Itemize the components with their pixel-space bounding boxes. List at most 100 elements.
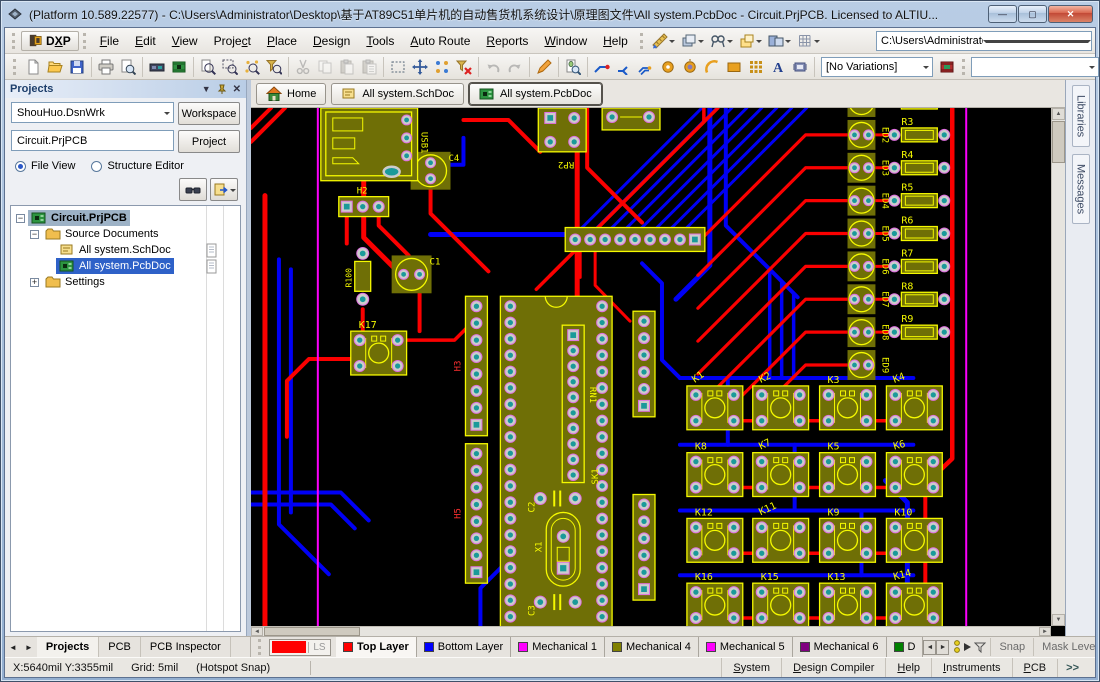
status-button-help[interactable]: Help <box>885 658 931 677</box>
menu-file[interactable]: File <box>92 30 127 52</box>
scroll-left-icon[interactable]: ◄ <box>251 627 263 636</box>
menu-window[interactable]: Window <box>536 30 595 52</box>
collapse-icon[interactable]: − <box>16 213 25 223</box>
menu-auto-route[interactable]: Auto Route <box>402 30 478 52</box>
status-button-system[interactable]: System <box>721 658 781 677</box>
board3d-button[interactable] <box>146 56 168 78</box>
pad-button[interactable] <box>657 56 679 78</box>
status-button-instruments[interactable]: Instruments <box>931 658 1011 677</box>
panel-menu-icon[interactable]: ▼ <box>202 84 211 94</box>
tabs-scroll-left-icon[interactable]: ◄ <box>5 643 21 652</box>
menu-edit[interactable]: Edit <box>127 30 164 52</box>
route-multi-button[interactable] <box>635 56 657 78</box>
tabs-scroll-right-icon[interactable]: ► <box>21 643 37 652</box>
tree-item-circuit-prjpcb[interactable]: − Circuit.PrjPCB <box>11 210 240 226</box>
title-bar[interactable]: (Platform 10.589.22577) - C:\Users\Admin… <box>1 1 1099 27</box>
maximize-button[interactable]: ▢ <box>1018 5 1047 23</box>
select-area-button[interactable] <box>387 56 409 78</box>
toolgroup-arrange[interactable] <box>765 32 794 50</box>
pcb-chip-button[interactable] <box>168 56 190 78</box>
layer-tab-d[interactable]: D <box>887 637 924 657</box>
undo-button[interactable] <box>482 56 504 78</box>
menu-project[interactable]: Project <box>206 30 259 52</box>
tree-item-source-documents[interactable]: − Source Documents <box>11 226 240 242</box>
redo-button[interactable] <box>504 56 526 78</box>
scroll-down-icon[interactable]: ▼ <box>1052 614 1065 626</box>
via-button[interactable] <box>679 56 701 78</box>
filter-icon[interactable] <box>974 642 987 653</box>
status-button-pcb[interactable]: P CB <box>1011 658 1058 677</box>
pen-button[interactable] <box>533 56 555 78</box>
vertical-scrollbar[interactable]: ▲ ▼ <box>1051 108 1065 626</box>
mask-level-button[interactable]: Mask Level <box>1033 638 1095 656</box>
zoom-area-button[interactable] <box>219 56 241 78</box>
menu-design[interactable]: Design <box>305 30 358 52</box>
status-button-design-compiler[interactable]: Design Compiler <box>781 658 885 677</box>
variant-manager-button[interactable] <box>936 56 958 78</box>
text-a-button[interactable]: A <box>767 56 789 78</box>
vertical-scroll-thumb[interactable] <box>1052 121 1065 163</box>
fill-button[interactable] <box>723 56 745 78</box>
pin-icon[interactable] <box>217 84 227 95</box>
layer-scroll-left-icon[interactable]: ◄ <box>923 639 937 655</box>
panel-tab-pcb[interactable]: PCB <box>99 637 141 657</box>
cut-button[interactable] <box>292 56 314 78</box>
component-button[interactable] <box>789 56 811 78</box>
horizontal-scrollbar[interactable]: ◄ ► <box>251 626 1051 636</box>
layer-scroll-right-icon[interactable]: ► <box>936 639 950 655</box>
panel-tool-button[interactable] <box>210 178 238 201</box>
zoom-doc-button[interactable] <box>197 56 219 78</box>
workspace-combo[interactable]: ShouHuo.DsnWrk <box>11 102 174 123</box>
tree-item-settings[interactable]: + Settings <box>11 274 240 290</box>
panel-tab-projects[interactable]: Projects <box>36 637 100 657</box>
toolgroup-measure[interactable] <box>649 32 678 50</box>
workspace-button[interactable]: Workspace <box>178 102 240 125</box>
variations-combo[interactable]: [No Variations] <box>821 56 933 77</box>
paste-button[interactable] <box>336 56 358 78</box>
close-button[interactable]: ✕ <box>1048 5 1093 23</box>
layer-tab-mechanical-4[interactable]: Mechanical 4 <box>605 637 699 657</box>
side-tab-messages[interactable]: Messages <box>1071 154 1090 225</box>
dxp-menu[interactable]: DXP <box>21 30 79 51</box>
horizontal-scroll-thumb[interactable] <box>264 627 360 636</box>
array-button[interactable] <box>745 56 767 78</box>
menu-help[interactable]: Help <box>595 30 636 52</box>
status-more-button[interactable]: >> <box>1057 658 1087 677</box>
tree-item-all-system-schdoc[interactable]: All system.SchDoc <box>11 242 240 258</box>
document-path-combo[interactable]: C:\Users\Administrator\Desktop <box>876 30 1092 51</box>
clear-filter-button[interactable] <box>453 56 475 78</box>
print-button[interactable] <box>95 56 117 78</box>
doc-tab-home[interactable]: Home <box>256 82 327 105</box>
layer-tab-bottom-layer[interactable]: Bottom Layer <box>417 637 512 657</box>
zoom-points-button[interactable] <box>241 56 263 78</box>
scroll-right-icon[interactable]: ► <box>1039 627 1051 636</box>
toolgroup-grid[interactable] <box>794 32 823 50</box>
tree-item-all-system-pcbdoc[interactable]: All system.PcbDoc <box>11 258 240 274</box>
route-tee-button[interactable] <box>613 56 635 78</box>
layer-tab-mechanical-1[interactable]: Mechanical 1 <box>511 637 606 657</box>
snap-button[interactable]: Snap <box>990 638 1033 656</box>
layer-tab-mechanical-6[interactable]: Mechanical 6 <box>793 637 887 657</box>
pcb-canvas[interactable]: K1 K2 K3 K4 K8 K7 K5 K6 K12 K11 K9 K10 K16 K15 K13 K14 K… <box>251 108 1065 636</box>
menu-place[interactable]: Place <box>259 30 305 52</box>
toolgroup-union[interactable] <box>736 32 765 50</box>
toolgroup-find-sim[interactable] <box>707 32 736 50</box>
move-button[interactable] <box>409 56 431 78</box>
align-dots-button[interactable] <box>431 56 453 78</box>
doc-tab-all-system-pcbdoc[interactable]: All system.PcbDoc <box>469 82 602 105</box>
expand-icon[interactable]: + <box>30 277 39 287</box>
panel-tool-button[interactable] <box>179 178 207 201</box>
preview-button[interactable] <box>117 56 139 78</box>
layer-tab-mechanical-5[interactable]: Mechanical 5 <box>699 637 793 657</box>
menu-view[interactable]: View <box>164 30 206 52</box>
doc-tab-all-system-schdoc[interactable]: All system.SchDoc <box>331 82 465 105</box>
save-button[interactable] <box>66 56 88 78</box>
menu-tools[interactable]: Tools <box>358 30 402 52</box>
new-doc-button[interactable] <box>22 56 44 78</box>
panel-tab-pcb-inspector[interactable]: PCB Inspector <box>141 637 231 657</box>
route-button[interactable] <box>591 56 613 78</box>
bugfind-button[interactable] <box>562 56 584 78</box>
scroll-up-icon[interactable]: ▲ <box>1052 108 1065 120</box>
paste-sp-button[interactable] <box>358 56 380 78</box>
copy-button[interactable] <box>314 56 336 78</box>
